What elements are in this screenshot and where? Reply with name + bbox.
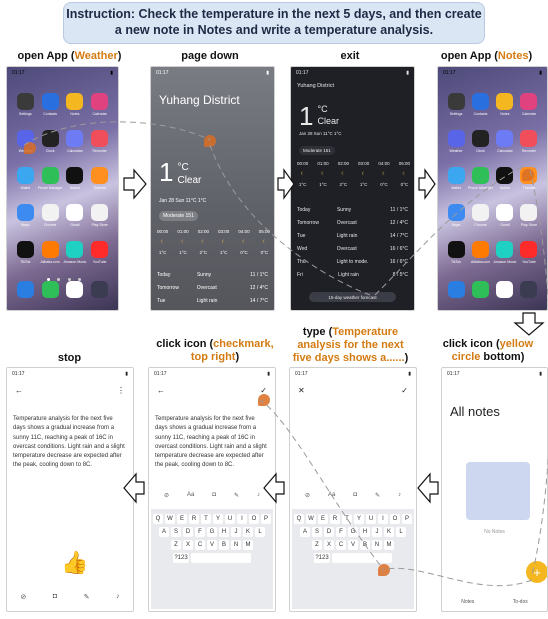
arrow-down-icon — [513, 312, 545, 336]
arrow-left-icon — [123, 472, 145, 504]
arrow-left-icon — [263, 472, 285, 504]
trace-path — [381, 568, 533, 587]
arrow-left-icon — [417, 472, 439, 504]
trace-path — [374, 164, 526, 296]
trace-path — [23, 121, 211, 146]
arrow-right-icon — [277, 168, 295, 200]
trace-path — [529, 169, 548, 576]
trace-path — [209, 144, 371, 296]
flow-arrows — [23, 121, 548, 587]
arrow-right-icon — [123, 168, 147, 200]
arrow-right-icon — [418, 168, 436, 200]
